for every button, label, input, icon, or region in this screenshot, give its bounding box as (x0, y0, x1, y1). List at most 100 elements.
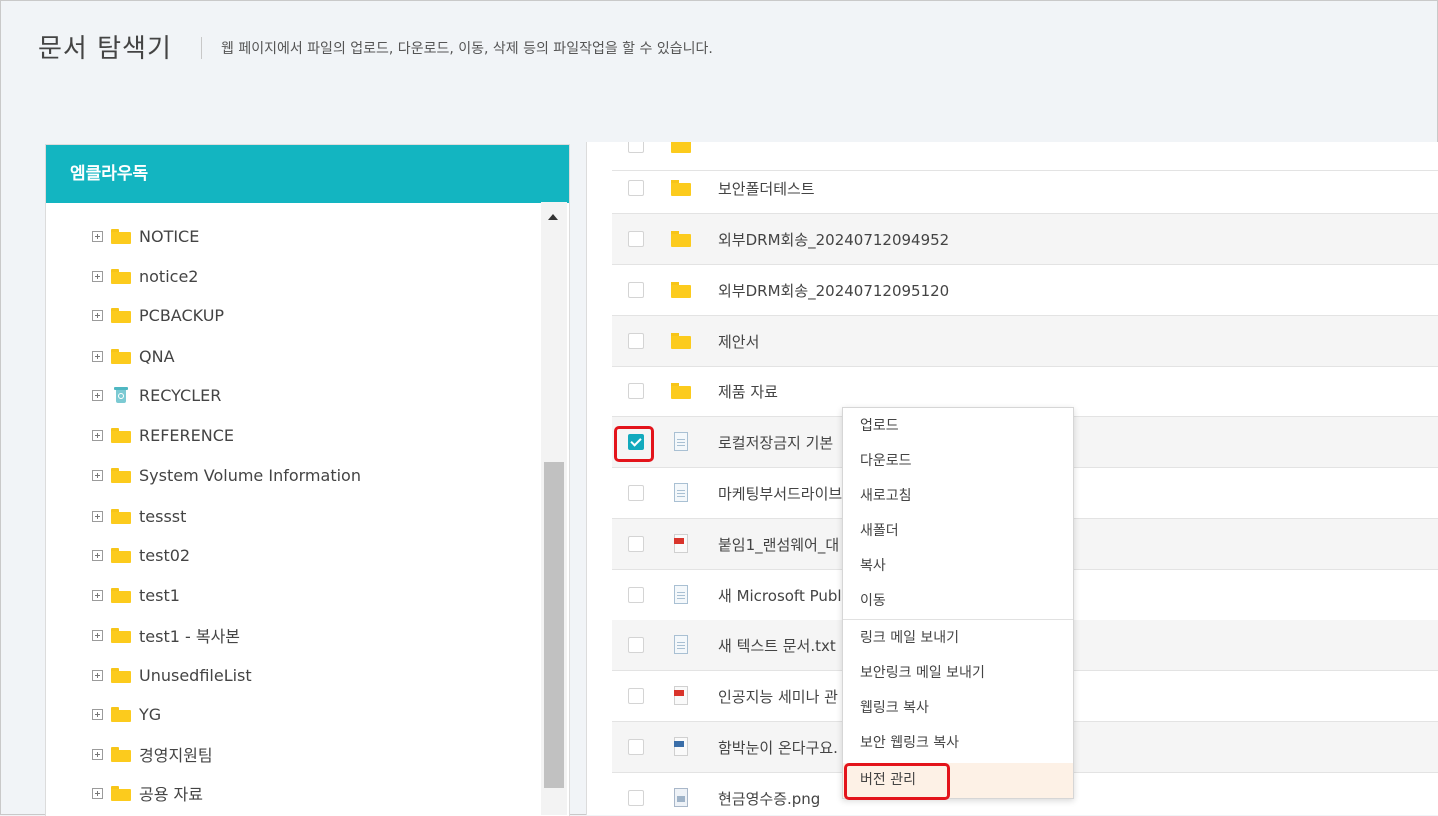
tree-item[interactable]: 공용 자료 (92, 781, 203, 805)
context-menu: 업로드 다운로드 새로고침 새폴더 복사 이동 링크 메일 보내기 보안링크 메… (842, 407, 1074, 799)
row-checkbox[interactable] (628, 790, 644, 806)
scroll-thumb[interactable] (544, 462, 564, 788)
tree-item[interactable]: tessst (92, 504, 186, 528)
tree-item-label: notice2 (139, 266, 199, 286)
png-file-icon (671, 788, 691, 808)
row-checkbox[interactable] (628, 142, 644, 153)
row-checkbox[interactable] (628, 587, 644, 603)
document-icon (671, 432, 691, 452)
folder-icon (671, 331, 691, 351)
tree-item[interactable]: PCBACKUP (92, 303, 224, 327)
tree-item[interactable]: NOTICE (92, 224, 199, 248)
folder-icon (111, 547, 131, 563)
file-name[interactable]: 제품 자료 (718, 381, 778, 402)
tree-item[interactable]: RECYCLER (92, 383, 221, 407)
expand-icon[interactable] (92, 629, 103, 641)
folder-icon (111, 667, 131, 683)
folder-tree-panel: 엠클라우독 NOTICE notice2 PCBACKUP QNA RECYCL… (45, 144, 570, 816)
file-name[interactable]: 제안서 (718, 331, 759, 352)
tree-item[interactable]: test02 (92, 543, 190, 567)
file-name[interactable]: 외부DRM회송_20240712094952 (718, 229, 949, 250)
expand-icon[interactable] (92, 787, 103, 799)
expand-icon[interactable] (92, 429, 103, 441)
expand-icon[interactable] (92, 669, 103, 681)
row-checkbox[interactable] (628, 231, 644, 247)
folder-icon (111, 785, 131, 801)
file-name[interactable]: 마케팅부서드라이브 (718, 483, 842, 504)
file-name[interactable]: 새 Microsoft Publ (718, 585, 842, 606)
menu-item-copy[interactable]: 복사 (843, 549, 1073, 584)
row-checkbox[interactable] (628, 739, 644, 755)
tree-item[interactable]: UnusedfileList (92, 663, 252, 687)
scroll-up-arrow-icon[interactable] (548, 214, 558, 220)
folder-icon (671, 229, 691, 249)
file-row[interactable]: 외부DRM회송_20240712095120 (612, 265, 1438, 316)
tree-item[interactable]: test1 - 복사본 (92, 623, 240, 647)
tree-item-label: test02 (139, 545, 191, 565)
menu-item-send-link-mail[interactable]: 링크 메일 보내기 (843, 621, 1073, 656)
tree-root-header[interactable]: 엠클라우독 (46, 145, 569, 203)
page-header: 문서 탐색기 웹 페이지에서 파일의 업로드, 다운로드, 이동, 삭제 등의 … (0, 0, 1438, 120)
menu-item-copy-secure-weblink[interactable]: 보안 웹링크 복사 (843, 726, 1073, 761)
tree-item[interactable]: QNA (92, 344, 175, 368)
expand-icon[interactable] (92, 389, 103, 401)
tree-item[interactable]: YG (92, 702, 161, 726)
tree-item[interactable]: 경영지원팀 (92, 742, 213, 766)
tree-item-label: tessst (139, 506, 187, 526)
expand-icon[interactable] (92, 510, 103, 522)
expand-icon[interactable] (92, 589, 103, 601)
menu-item-refresh[interactable]: 새로고침 (843, 479, 1073, 514)
menu-item-send-secure-link-mail[interactable]: 보안링크 메일 보내기 (843, 656, 1073, 691)
expand-icon[interactable] (92, 309, 103, 321)
highlight-box-checkbox (614, 426, 654, 462)
folder-icon (111, 427, 131, 443)
row-checkbox[interactable] (628, 333, 644, 349)
file-name[interactable]: 외부DRM회송_20240712095120 (718, 280, 949, 301)
tree-item[interactable]: REFERENCE (92, 423, 234, 447)
title-separator (201, 37, 202, 59)
row-checkbox[interactable] (628, 180, 644, 196)
file-name[interactable]: 인공지능 세미나 관 (718, 686, 838, 707)
row-checkbox[interactable] (628, 536, 644, 552)
tree-item-label: NOTICE (139, 226, 200, 246)
row-checkbox[interactable] (628, 637, 644, 653)
page-title: 문서 탐색기 (38, 34, 172, 64)
row-checkbox[interactable] (628, 485, 644, 501)
file-name[interactable]: 함박눈이 온다구요. (718, 737, 838, 758)
menu-item-copy-weblink[interactable]: 웹링크 복사 (843, 691, 1073, 726)
folder-icon (111, 627, 131, 643)
tree-item-label: test1 (139, 585, 180, 605)
tree-scrollbar[interactable] (541, 202, 567, 815)
tree-item[interactable]: System Volume Information (92, 463, 361, 487)
file-row[interactable]: 외부DRM회송_20240712094952 (612, 214, 1438, 265)
expand-icon[interactable] (92, 270, 103, 282)
folder-icon (111, 706, 131, 722)
folder-icon (111, 268, 131, 284)
row-checkbox[interactable] (628, 383, 644, 399)
file-name[interactable]: 로컬저장금지 기본 (718, 432, 833, 453)
menu-item-move[interactable]: 이동 (843, 584, 1073, 619)
file-name[interactable]: 현금영수증.png (718, 788, 820, 809)
tree-list: NOTICE notice2 PCBACKUP QNA RECYCLER REF… (46, 203, 541, 816)
row-checkbox[interactable] (628, 282, 644, 298)
expand-icon[interactable] (92, 748, 103, 760)
folder-icon (111, 307, 131, 323)
tree-item-label: 경영지원팀 (139, 746, 213, 765)
menu-item-new-folder[interactable]: 새폴더 (843, 514, 1073, 549)
expand-icon[interactable] (92, 708, 103, 720)
expand-icon[interactable] (92, 549, 103, 561)
file-row[interactable]: 제안서 (612, 316, 1438, 367)
file-name[interactable]: 보안폴더테스트 (718, 178, 815, 199)
file-name[interactable]: 새 텍스트 문서.txt (718, 635, 836, 656)
menu-item-download[interactable]: 다운로드 (843, 444, 1073, 479)
file-name[interactable]: 붙임1_랜섬웨어_대 (718, 534, 839, 555)
tree-item[interactable]: notice2 (92, 264, 198, 288)
tree-item[interactable]: test1 (92, 583, 180, 607)
file-row[interactable]: 보안폴더테스트 (612, 163, 1438, 214)
expand-icon[interactable] (92, 350, 103, 362)
expand-icon[interactable] (92, 469, 103, 481)
row-checkbox[interactable] (628, 688, 644, 704)
document-icon (671, 635, 691, 655)
expand-icon[interactable] (92, 230, 103, 242)
menu-item-upload[interactable]: 업로드 (843, 409, 1073, 444)
